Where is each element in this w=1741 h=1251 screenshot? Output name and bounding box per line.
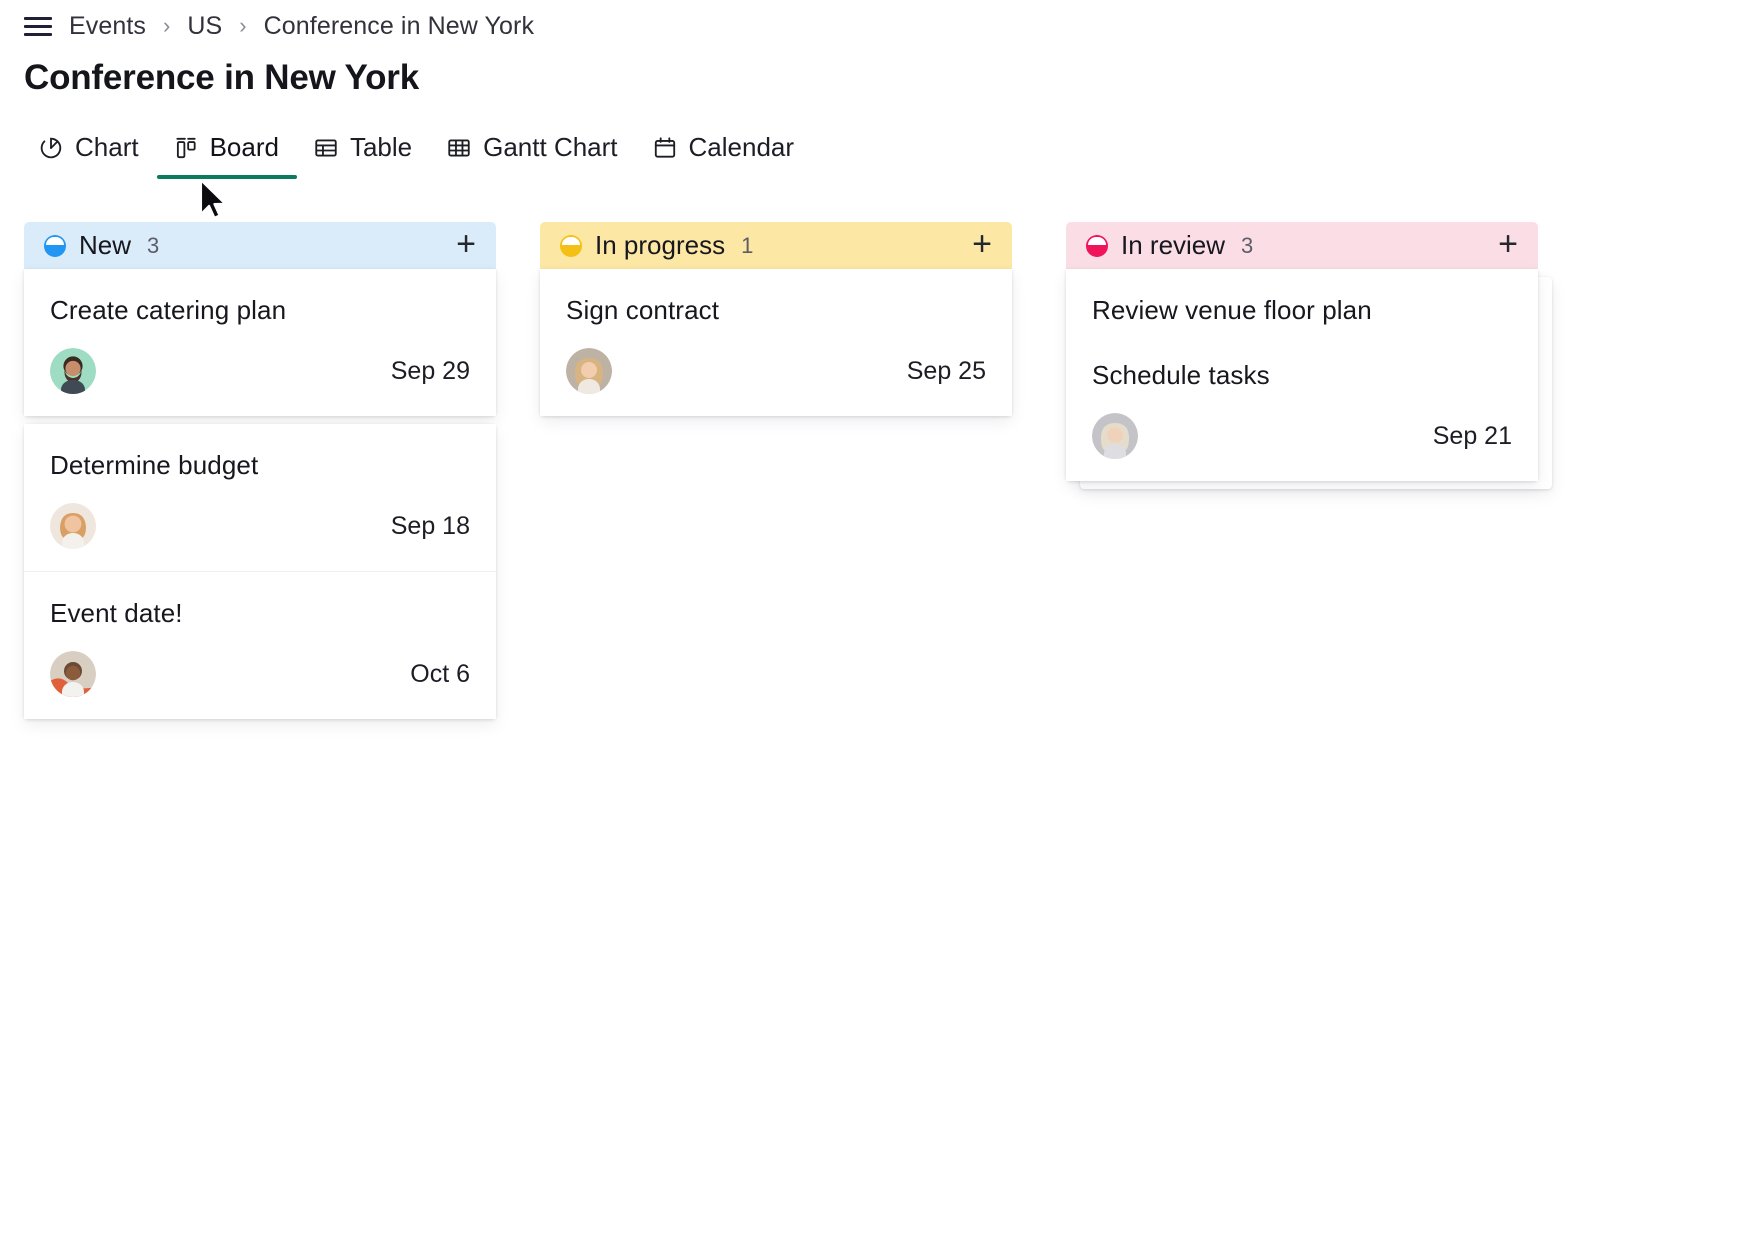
column-body: Sign contract Sep 25 [540,269,1012,416]
avatar[interactable] [566,348,612,394]
card-meta: Sep 18 [50,503,470,549]
board-card[interactable]: Schedule tasks Sep 21 [1066,334,1538,481]
board-card[interactable]: Determine budget Sep 18 [24,424,496,571]
mouse-cursor-icon [198,178,228,220]
add-card-button[interactable]: + [970,227,994,265]
card-group: Create catering plan Sep 29 [24,269,496,416]
add-card-button[interactable]: + [1496,227,1520,265]
card-date: Sep 29 [390,356,470,385]
status-dot-icon [560,234,582,257]
column-header: In progress 1 + [540,222,1012,269]
board-column-in-review: In review 3 + Review venue floor plan Sc… [1066,222,1552,489]
card-meta: Sep 21 [1092,413,1512,459]
card-title: Event date! [50,598,183,628]
card-title: Sign contract [566,295,720,325]
avatar[interactable] [50,503,96,549]
card-meta: Sep 25 [566,348,986,394]
column-count: 3 [1241,232,1254,258]
tab-chart[interactable]: Chart [22,128,157,179]
column-body: Review venue floor plan Schedule tasks S… [1066,269,1552,489]
table-icon [313,135,339,161]
view-tabs: Chart Board Table Gantt Chart Calendar [22,128,812,179]
card-date: Sep 25 [906,356,986,385]
avatar[interactable] [1092,413,1138,459]
board-column-new: New 3 + Create catering plan Sep 29 Dete… [24,222,496,719]
tab-calendar[interactable]: Calendar [636,128,813,179]
column-count: 3 [147,232,160,258]
card-meta: Oct 6 [50,651,470,697]
hamburger-menu-icon[interactable] [24,15,52,37]
card-group: Determine budget Sep 18 Event date! Oct … [24,424,496,719]
board-card[interactable]: Create catering plan Sep 29 [24,269,496,416]
card-title: Review venue floor plan [1092,295,1372,325]
avatar[interactable] [50,651,96,697]
board-icon [173,135,199,161]
column-count: 1 [741,232,754,258]
tab-label: Chart [75,132,139,162]
column-title: In review [1121,230,1226,260]
breadcrumb-separator-icon: › [239,13,247,38]
card-group: Sign contract Sep 25 [540,269,1012,416]
column-header: New 3 + [24,222,496,269]
card-date: Sep 21 [1432,421,1512,450]
kanban-board: New 3 + Create catering plan Sep 29 Dete… [0,222,1741,719]
card-meta: Sep 29 [50,348,470,394]
card-title: Create catering plan [50,295,287,325]
tab-label: Calendar [688,132,795,162]
card-group: Review venue floor plan Schedule tasks S… [1066,269,1538,481]
column-header: In review 3 + [1066,222,1538,269]
tab-label: Board [209,132,279,162]
tab-label: Gantt Chart [483,132,618,162]
board-card[interactable]: Review venue floor plan [1066,269,1538,334]
breadcrumb-item-us[interactable]: US [187,12,222,41]
breadcrumb-item-current[interactable]: Conference in New York [264,12,534,41]
board-card[interactable]: Sign contract Sep 25 [540,269,1012,416]
board-page: Events › US › Conference in New York Con… [0,0,1741,1251]
card-title: Schedule tasks [1092,360,1270,390]
breadcrumb-separator-icon: › [163,13,171,38]
tab-label: Table [349,132,413,162]
column-title: New [79,230,132,260]
gantt-icon [446,135,472,161]
breadcrumb: Events › US › Conference in New York [24,8,534,44]
add-card-button[interactable]: + [454,227,478,265]
tab-table[interactable]: Table [297,128,430,179]
breadcrumb-item-events[interactable]: Events [69,12,146,41]
card-date: Oct 6 [410,659,470,688]
status-dot-icon [1086,234,1108,257]
card-date: Sep 18 [390,511,470,540]
status-dot-icon [44,234,66,257]
tab-board[interactable]: Board [156,128,298,179]
card-title: Determine budget [50,450,259,480]
pie-chart-icon [38,135,64,161]
page-title: Conference in New York [24,58,419,97]
board-card[interactable]: Event date! Oct 6 [24,571,496,719]
avatar[interactable] [50,348,96,394]
calendar-icon [652,135,678,161]
column-body: Create catering plan Sep 29 Determine bu… [24,269,496,719]
board-column-in-progress: In progress 1 + Sign contract Sep 25 [540,222,1012,416]
column-title: In progress [595,230,726,260]
tab-gantt-chart[interactable]: Gantt Chart [430,128,635,179]
